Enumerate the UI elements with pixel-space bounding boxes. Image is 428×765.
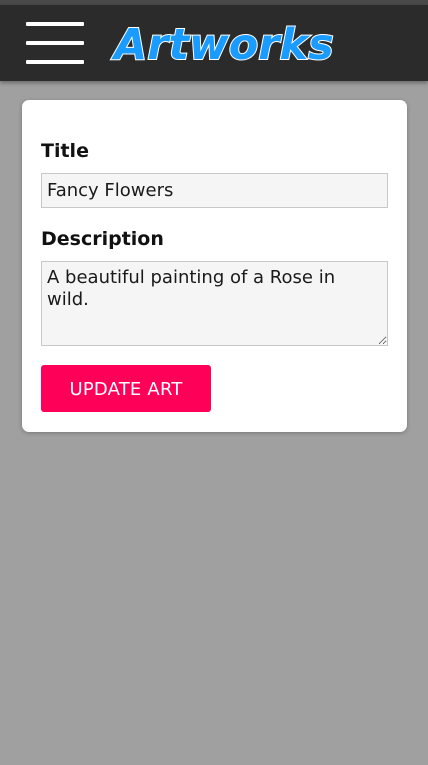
app-logo[interactable]: Artworks bbox=[113, 16, 335, 74]
description-textarea[interactable]: A beautiful painting of a Rose in wild. bbox=[41, 261, 388, 346]
menu-bar-top bbox=[26, 22, 84, 26]
title-input[interactable] bbox=[41, 173, 388, 208]
description-label: Description bbox=[41, 228, 164, 250]
menu-bar-middle bbox=[26, 41, 84, 45]
update-art-button[interactable]: UPDATE ART bbox=[41, 365, 211, 412]
title-label: Title bbox=[41, 140, 89, 162]
app-header: Artworks bbox=[0, 5, 428, 81]
hamburger-menu-icon[interactable] bbox=[26, 22, 84, 64]
menu-bar-bottom bbox=[26, 60, 84, 64]
edit-art-form: Title Description A beautiful painting o… bbox=[22, 100, 407, 432]
